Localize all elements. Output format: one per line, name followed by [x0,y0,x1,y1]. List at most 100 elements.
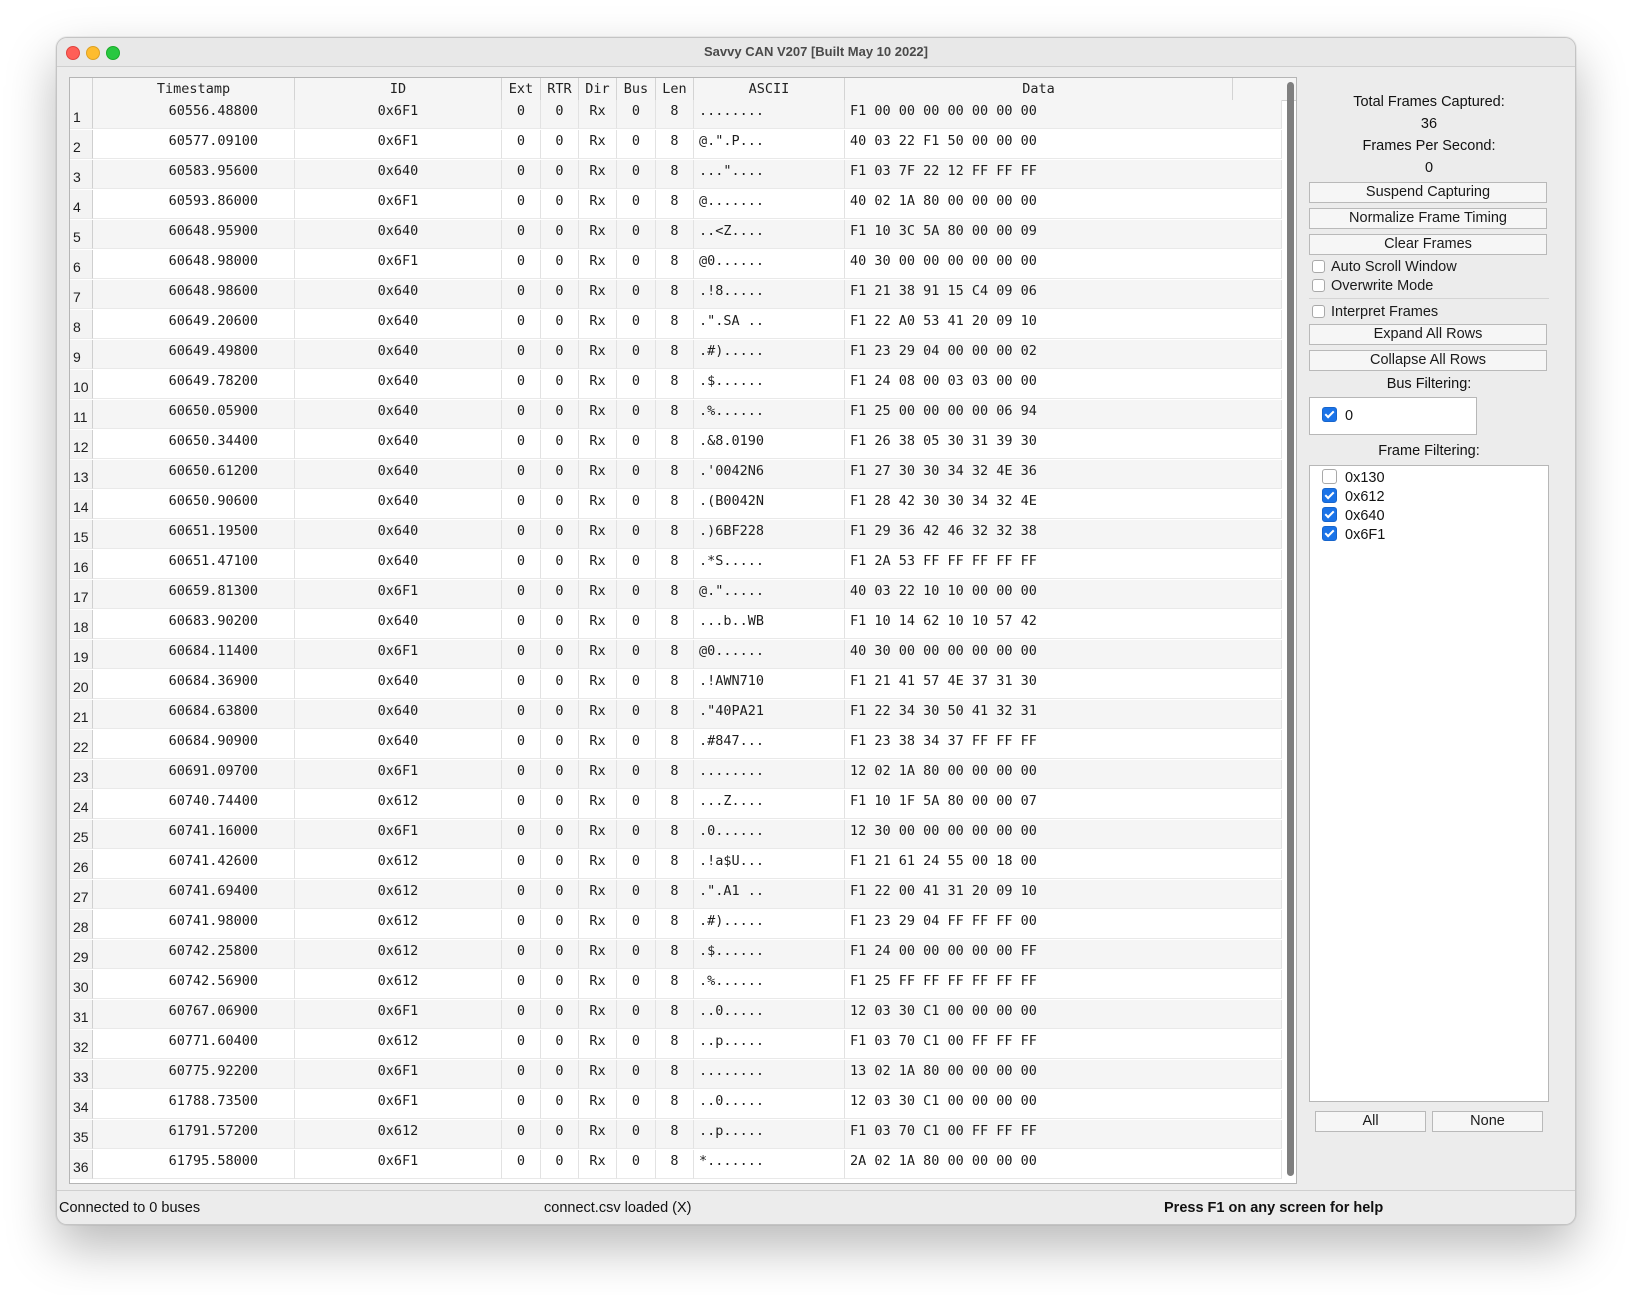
table-row[interactable]: 1 60556.48800 0x6F1 0 0 Rx 0 8........ F1 00 00 … [70,100,1282,130]
cell-timestamp: 60649.78200 [93,370,295,399]
table-row[interactable]: 33 60775.92200 0x6F1 0 0 Rx 0 8........ 13 02 1A… [70,1060,1282,1090]
checkbox-icon[interactable] [1322,469,1337,484]
filter-list-item[interactable]: 0x612 [1322,488,1385,507]
table-row[interactable]: 12 60650.34400 0x640 0 0 Rx 0 8 .&8.0190 F1 26 38… [70,430,1282,460]
cell-data: F1 24 00 00 00 00 00 FF [845,940,1282,969]
column-header-len[interactable]: Len [656,78,694,100]
table-row[interactable]: 5 60648.95900 0x640 0 0 Rx 0 8 ..<Z.... F1 10 3C … [70,220,1282,250]
filter-list-item[interactable]: 0x130 [1322,469,1385,488]
cell-dir: Rx [579,1120,617,1149]
table-row[interactable]: 4 60593.86000 0x6F1 0 0 Rx 0 8 @....... 40 02 1A … [70,190,1282,220]
table-row[interactable]: 31 60767.06900 0x6F1 0 0 Rx 0 8 ..0..... 12 03 30… [70,1000,1282,1030]
table-row[interactable]: 36 61795.58000 0x6F1 0 0 Rx 0 8 *....... 2A 02 1A… [70,1150,1282,1180]
table-row[interactable]: 27 60741.69400 0x612 0 0 Rx 0 8 .".A1 .. F1 22 00… [70,880,1282,910]
cell-bus: 0 [617,820,656,849]
table-row[interactable]: 6 60648.98000 0x6F1 0 0 Rx 0 8 @0...... 40 30 00 … [70,250,1282,280]
frame-filtering-label: Frame Filtering: [1378,443,1480,459]
cell-ascii: @....... [694,190,845,219]
table-row[interactable]: 26 60741.42600 0x612 0 0 Rx 0 8 .!a$U... F1 21 61… [70,850,1282,880]
table-row[interactable]: 13 60650.61200 0x640 0 0 Rx 0 8 .'0042N6 F1 27 30… [70,460,1282,490]
row-number: 35 [70,1120,93,1149]
interpret-frames-checkbox[interactable]: Interpret Frames [1312,303,1438,321]
table-row[interactable]: 20 60684.36900 0x640 0 0 Rx 0 8 .!AWN710 F1 21 41… [70,670,1282,700]
table-row[interactable]: 16 60651.47100 0x640 0 0 Rx 0 8 .*S..... F1 2A 53… [70,550,1282,580]
cell-bus: 0 [617,100,656,129]
filter-list-item[interactable]: 0x6F1 [1322,526,1385,545]
table-row[interactable]: 28 60741.98000 0x612 0 0 Rx 0 8 .#)..... F1 23 29… [70,910,1282,940]
status-bar: Connected to 0 buses connect.csv loaded … [57,1190,1575,1224]
table-row[interactable]: 22 60684.90900 0x640 0 0 Rx 0 8 .#847... F1 23 38… [70,730,1282,760]
table-row[interactable]: 29 60742.25800 0x612 0 0 Rx 0 8 .$...... F1 24 00… [70,940,1282,970]
table-row[interactable]: 25 60741.16000 0x6F1 0 0 Rx 0 8.0...... 12 30 00… [70,820,1282,850]
table-row[interactable]: 14 60650.90600 0x640 0 0 Rx 0 8 .(B0042N F1 28 42… [70,490,1282,520]
column-header-data[interactable]: Data [845,78,1233,100]
cell-dir: Rx [579,850,617,879]
cell-ext: 0 [502,1030,541,1059]
column-header-rtr[interactable]: RTR [541,78,579,100]
cell-id: 0x6F1 [295,130,502,159]
expand-all-rows-button[interactable]: Expand All Rows [1309,324,1547,345]
table-row[interactable]: 23 60691.09700 0x6F1 0 0 Rx 0 8........ 12 02 1A… [70,760,1282,790]
cell-ascii: .#)..... [694,910,845,939]
cell-len: 8 [656,160,694,189]
table-row[interactable]: 2 60577.09100 0x6F1 0 0 Rx 0 8 @.".P... 40 03 22 … [70,130,1282,160]
cell-id: 0x6F1 [295,1000,502,1029]
cell-rtr: 0 [541,190,579,219]
table-row[interactable]: 18 60683.90200 0x640 0 0 Rx 0 8 ...b..WB F1 10 14… [70,610,1282,640]
fps-value: 0 [1424,160,1434,176]
checkbox-box[interactable] [1312,279,1325,292]
table-row[interactable]: 17 60659.81300 0x6F1 0 0 Rx 0 8 @."..... 40 03 22… [70,580,1282,610]
column-header-ext[interactable]: Ext [502,78,541,100]
clear-frames-button[interactable]: Clear Frames [1309,234,1547,255]
cell-ascii: ........ [694,1060,845,1089]
table-row[interactable]: 9 60649.49800 0x640 0 0 Rx 0 8 .#)..... F1 23 29 … [70,340,1282,370]
table-row[interactable]: 7 60648.98600 0x640 0 0 Rx 0 8 .!8..... F1 21 38 … [70,280,1282,310]
column-header-id[interactable]: ID [295,78,502,100]
table-row[interactable]: 34 61788.73500 0x6F1 0 0 Rx 0 8 ..0..... 12 03 30… [70,1090,1282,1120]
column-header-ascii[interactable]: ASCII [694,78,845,100]
row-number: 34 [70,1090,93,1119]
cell-id: 0x612 [295,940,502,969]
table-row[interactable]: 8 60649.20600 0x640 0 0 Rx 0 8 .".SA .. F1 22 A0 … [70,310,1282,340]
collapse-all-rows-button[interactable]: Collapse All Rows [1309,350,1547,371]
frame-filter-list[interactable]: 0x130 0x612 0x640 0x6F1 [1309,465,1549,1102]
table-row[interactable]: 11 60650.05900 0x640 0 0 Rx 0 8.%...... F1 25 00… [70,400,1282,430]
table-row[interactable]: 3 60583.95600 0x640 0 0 Rx 0 8 ...".... F1 03 7F … [70,160,1282,190]
table-vertical-scrollbar[interactable] [1285,82,1295,1179]
table-row[interactable]: 30 60742.56900 0x612 0 0 Rx 0 8.%...... F1 25 FF… [70,970,1282,1000]
column-header-dir[interactable]: Dir [579,78,617,100]
cell-timestamp: 60771.60400 [93,1030,295,1059]
checkbox-box[interactable] [1312,305,1325,318]
filter-list-item[interactable]: 0x640 [1322,507,1385,526]
select-none-button[interactable]: None [1432,1111,1543,1132]
cell-rtr: 0 [541,520,579,549]
cell-data: F1 21 41 57 4E 37 31 30 [845,670,1282,699]
checkbox-icon[interactable] [1322,526,1337,541]
table-row[interactable]: 19 60684.11400 0x6F1 0 0 Rx 0 8 @0...... 40 30 00… [70,640,1282,670]
cell-ascii: ..0..... [694,1000,845,1029]
table-row[interactable]: 10 60649.78200 0x640 0 0 Rx 0 8 .$...... F1 24 08… [70,370,1282,400]
bus-filter-list[interactable]: 0 [1309,397,1477,435]
suspend-capturing-button[interactable]: Suspend Capturing [1309,182,1547,203]
table-row[interactable]: 32 60771.60400 0x612 0 0 Rx 0 8 ..p..... F1 03 70… [70,1030,1282,1060]
table-row[interactable]: 24 60740.74400 0x612 0 0 Rx 0 8 ...Z.... F1 10 1F… [70,790,1282,820]
cell-timestamp: 61791.57200 [93,1120,295,1149]
frames-table[interactable]: Timestamp ID Ext RTR Dir Bus Len ASCII D… [69,77,1297,1184]
checkbox-icon[interactable] [1322,507,1337,522]
overwrite-mode-checkbox[interactable]: Overwrite Mode [1312,277,1433,295]
select-all-button[interactable]: All [1315,1111,1426,1132]
checkbox-icon[interactable] [1322,488,1337,503]
auto-scroll-checkbox[interactable]: Auto Scroll Window [1312,258,1457,276]
table-row[interactable]: 21 60684.63800 0x640 0 0 Rx 0 8 ."40PA21 F1 22 34… [70,700,1282,730]
scrollbar-thumb[interactable] [1287,82,1294,1176]
checkbox-box[interactable] [1312,260,1325,273]
row-number: 4 [70,190,93,219]
normalize-frame-timing-button[interactable]: Normalize Frame Timing [1309,208,1547,229]
filter-list-item[interactable]: 0 [1322,407,1353,426]
checkbox-icon[interactable] [1322,407,1337,422]
cell-id: 0x6F1 [295,250,502,279]
column-header-timestamp[interactable]: Timestamp [93,78,295,100]
column-header-bus[interactable]: Bus [617,78,656,100]
table-row[interactable]: 15 60651.19500 0x640 0 0 Rx 0 8 .)6BF228 F1 29 36… [70,520,1282,550]
table-row[interactable]: 35 61791.57200 0x612 0 0 Rx 0 8 ..p..... F1 03 70… [70,1120,1282,1150]
